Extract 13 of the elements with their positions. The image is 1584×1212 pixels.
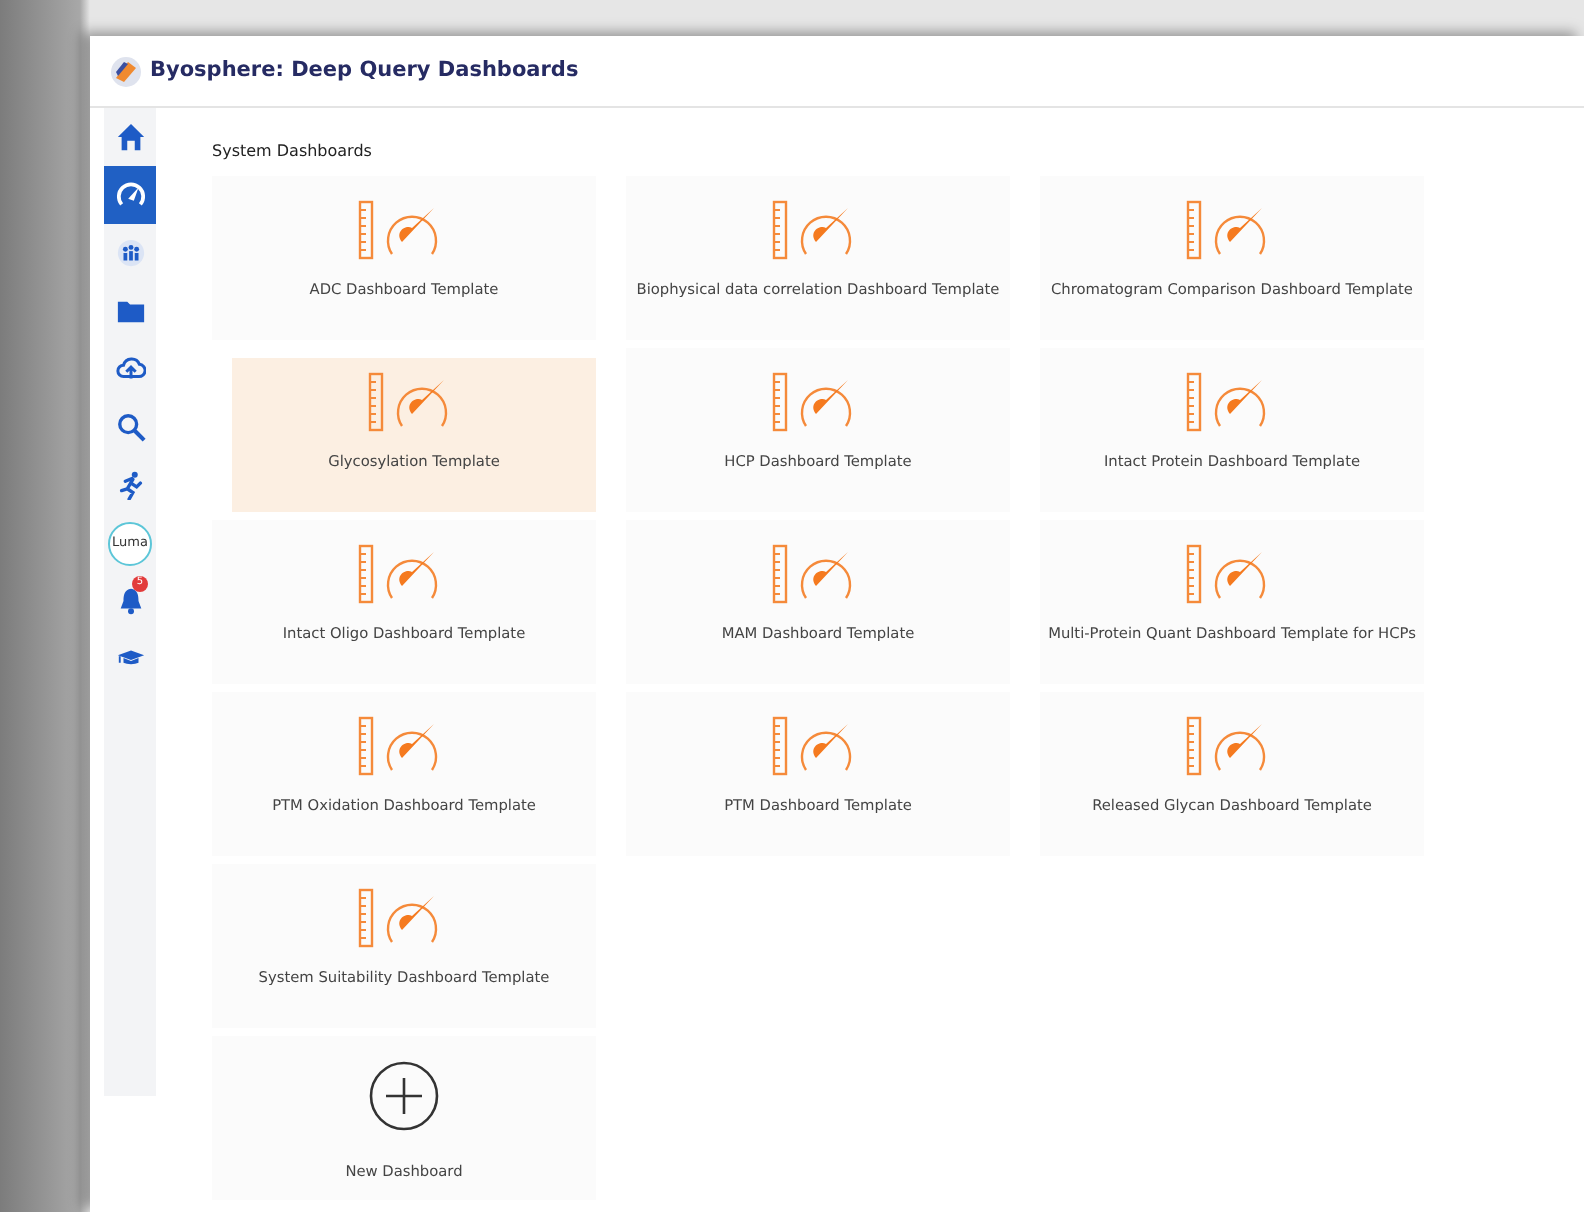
runner-icon — [115, 470, 145, 500]
bell-icon — [115, 586, 145, 616]
cloud-upload-icon — [115, 354, 145, 384]
search-icon — [115, 412, 145, 442]
sidebar-item[interactable] — [104, 166, 156, 224]
home-icon — [115, 122, 145, 152]
people-icon — [115, 238, 145, 268]
section-title: System Dashboards — [212, 140, 374, 164]
add-icon — [368, 1060, 440, 1132]
window-title: Byosphere: Deep Query Dashboards — [150, 55, 579, 86]
gauge-icon — [115, 180, 145, 210]
logo-icon — [110, 55, 142, 87]
folder-icon — [115, 296, 145, 326]
